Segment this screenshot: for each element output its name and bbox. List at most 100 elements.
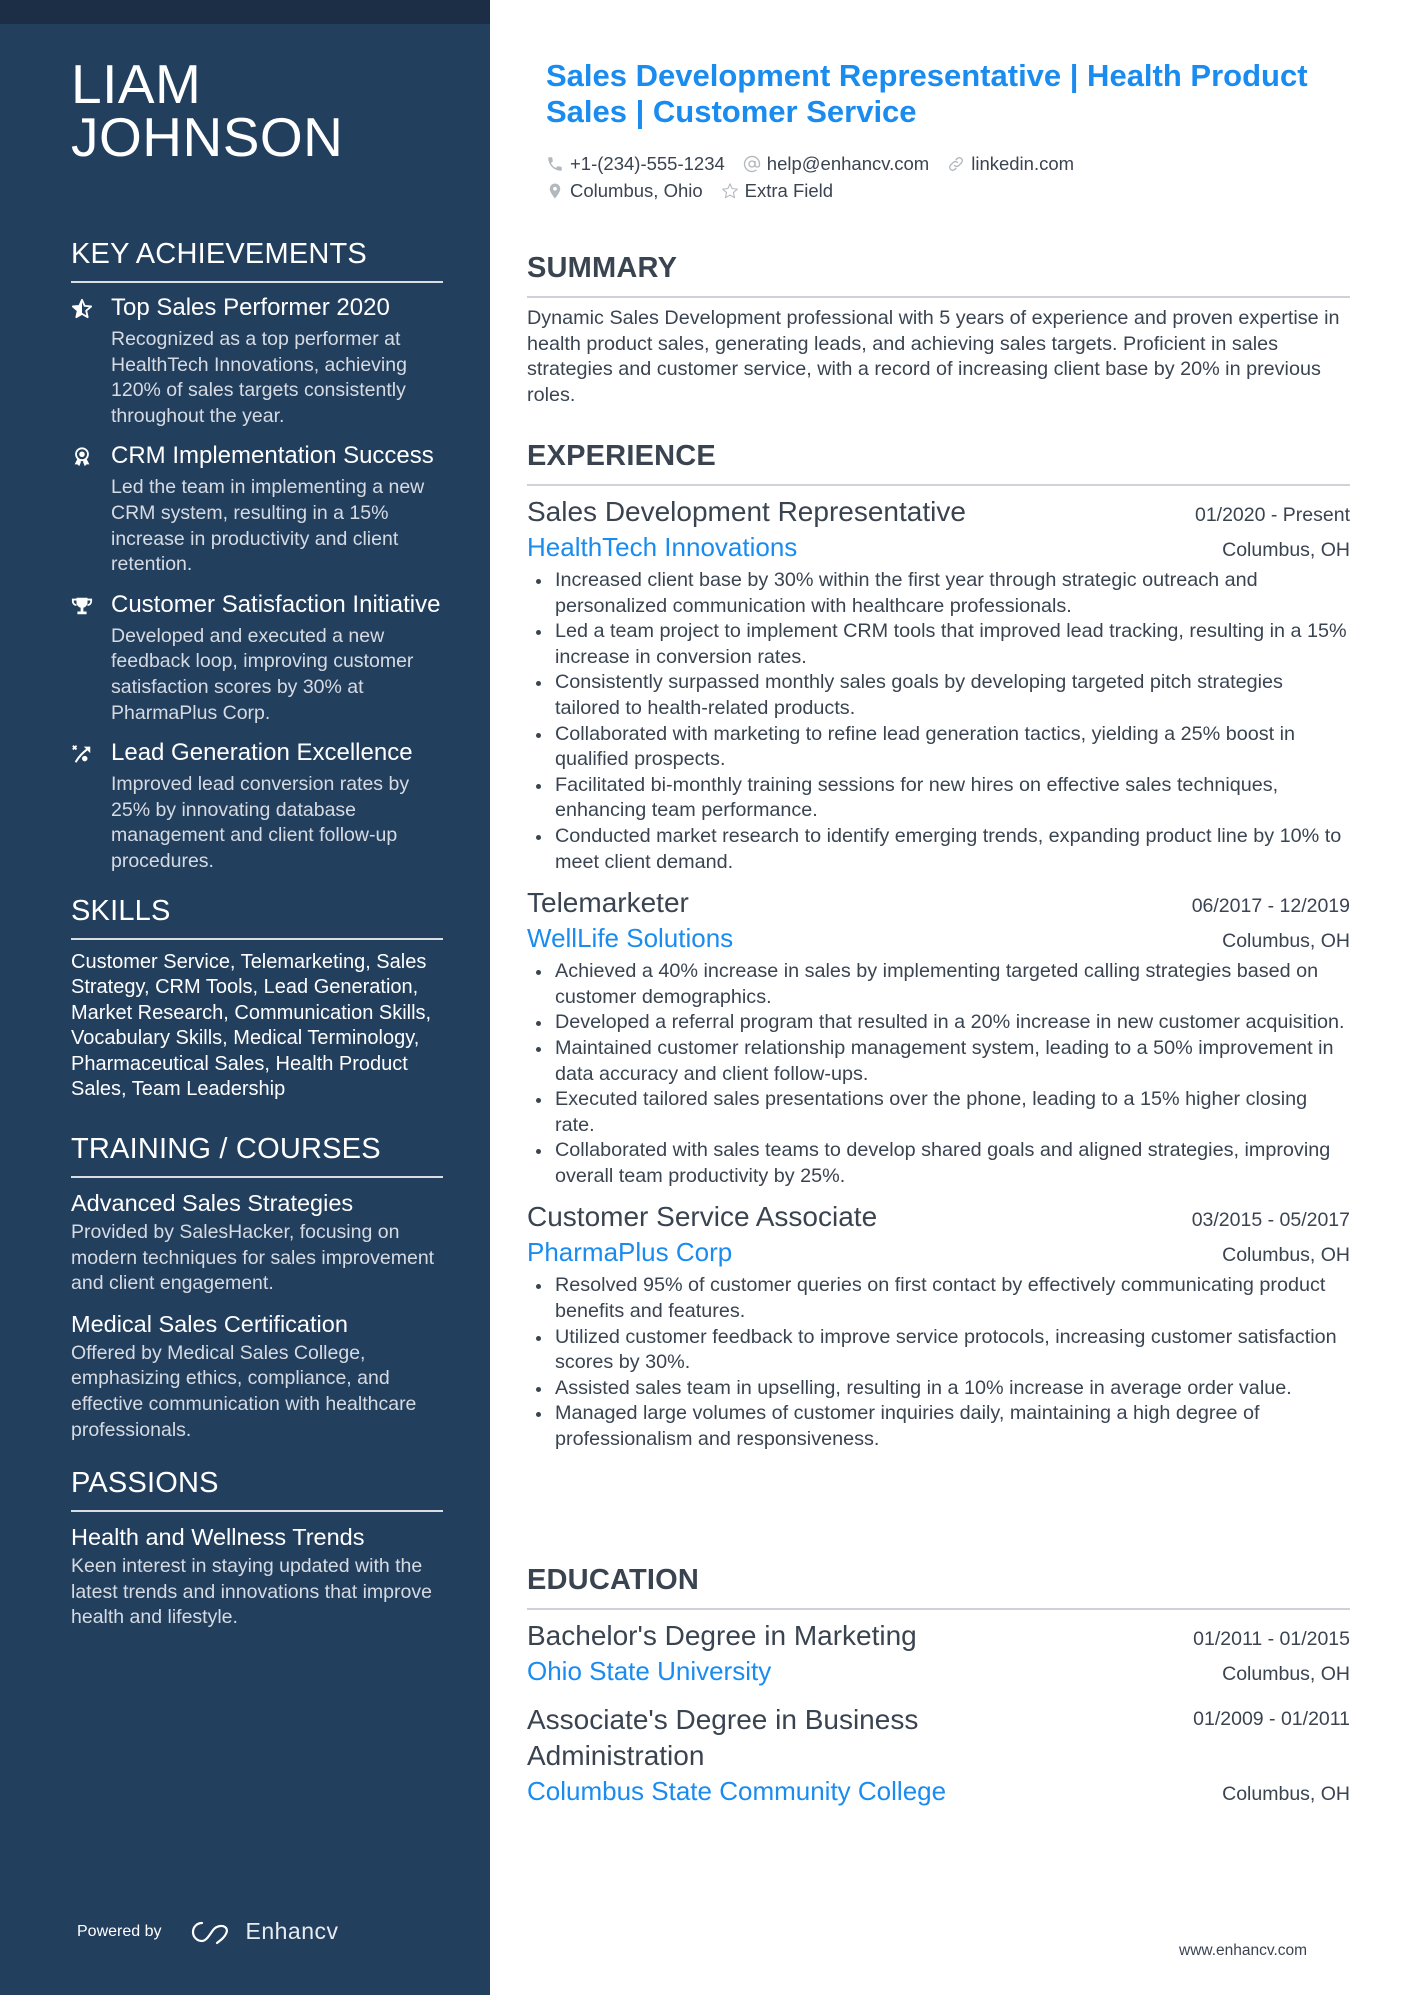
bullet-item: Conducted market research to identify em… <box>527 824 1350 875</box>
bullet-item: Developed a referral program that result… <box>527 1010 1350 1036</box>
job-bullets: Increased client base by 30% within the … <box>527 568 1350 875</box>
company-name[interactable]: PharmaPlus Corp <box>527 1235 732 1269</box>
infinity-heart-icon <box>191 1921 228 1944</box>
school-name[interactable]: Ohio State University <box>527 1654 771 1688</box>
section-divider <box>71 1510 443 1513</box>
contact-linkedin[interactable]: linkedin.com <box>947 153 1074 175</box>
bullet-item: Achieved a 40% increase in sales by impl… <box>527 959 1350 1010</box>
trophy-icon <box>71 590 111 726</box>
key-achievements-section: KEY ACHIEVEMENTS Top Sales Performer 202… <box>71 236 443 875</box>
bullet-item: Utilized customer feedback to improve se… <box>527 1325 1350 1376</box>
achievement-description: Developed and executed a new feedback lo… <box>111 624 414 724</box>
course-item: Medical Sales Certification Offered by M… <box>71 1309 443 1443</box>
course-title: Medical Sales Certification <box>71 1310 348 1337</box>
section-heading: EDUCATION <box>527 1564 700 1596</box>
education-section: EDUCATION Bachelor's Degree in Marketing… <box>527 1562 1350 1822</box>
bullet-item: Consistently surpassed monthly sales goa… <box>527 670 1350 721</box>
education-entry: Associate's Degree in Business Administr… <box>527 1702 1350 1808</box>
award-ribbon-icon <box>71 441 111 577</box>
job-dates: 01/2020 - Present <box>1194 504 1350 526</box>
section-heading: SKILLS <box>71 894 171 927</box>
job-dates: 06/2017 - 12/2019 <box>1191 895 1350 918</box>
education-location: Columbus, OH <box>1222 1663 1350 1685</box>
achievement-item: Top Sales Performer 2020 Recognized as a… <box>71 293 443 429</box>
achievement-description: Improved lead conversion rates by 25% by… <box>111 773 410 872</box>
job-title: Sales Development Representative <box>527 496 966 527</box>
contact-row: Columbus, Ohio Extra Field <box>546 177 1336 204</box>
link-icon <box>949 156 964 171</box>
job-location: Columbus, OH <box>1222 930 1350 953</box>
location-pin-icon <box>549 183 561 198</box>
brand-name: Enhancv <box>245 1918 339 1944</box>
job-location: Columbus, OH <box>1222 1244 1350 1267</box>
bullet-item: Collaborated with sales teams to develop… <box>527 1138 1350 1189</box>
phone-icon <box>548 156 562 171</box>
achievement-title: CRM Implementation Success <box>111 442 434 470</box>
contact-info: +1-(234)-555-1234 help@enhancv.com linke… <box>546 150 1336 204</box>
contact-phone[interactable]: +1-(234)-555-1234 <box>546 153 725 175</box>
achievement-title: Lead Generation Excellence <box>111 739 413 767</box>
degree-title: Associate's Degree in Business Administr… <box>527 1704 919 1771</box>
powered-by-label: Powered by <box>77 1922 162 1940</box>
achievement-title: Customer Satisfaction Initiative <box>111 590 441 618</box>
at-icon <box>743 155 760 172</box>
course-title: Advanced Sales Strategies <box>71 1190 354 1217</box>
company-name[interactable]: WellLife Solutions <box>527 921 733 955</box>
section-heading: SUMMARY <box>527 252 678 284</box>
education-entry: Bachelor's Degree in Marketing 01/2011 -… <box>527 1618 1350 1688</box>
education-dates: 01/2011 - 01/2015 <box>1193 1628 1350 1650</box>
job-entry: Sales Development Representative 01/2020… <box>527 494 1350 875</box>
job-bullets: Achieved a 40% increase in sales by impl… <box>527 959 1350 1189</box>
email-value: help@enhancv.com <box>766 152 930 174</box>
contact-email[interactable]: help@enhancv.com <box>743 153 929 175</box>
section-divider <box>527 1608 1350 1610</box>
phone-value: +1-(234)-555-1234 <box>570 152 725 174</box>
course-item: Advanced Sales Strategies Provided by Sa… <box>71 1188 443 1297</box>
linkedin-value: linkedin.com <box>971 152 1075 174</box>
experience-section: EXPERIENCE Sales Development Representat… <box>527 438 1350 1463</box>
candidate-name: LIAM JOHNSON <box>71 57 443 168</box>
company-name[interactable]: HealthTech Innovations <box>527 530 797 564</box>
footer-website-link[interactable]: www.enhancv.com <box>1179 1942 1307 1960</box>
passion-description: Keen interest in staying updated with th… <box>71 1555 432 1629</box>
achievement-item: Lead Generation Excellence Improved lead… <box>71 738 443 874</box>
section-divider <box>527 484 1350 486</box>
contact-row: +1-(234)-555-1234 help@enhancv.com linke… <box>546 150 1336 177</box>
star-half-icon <box>71 293 111 429</box>
last-name: JOHNSON <box>71 106 344 168</box>
job-dates: 03/2015 - 05/2017 <box>1191 1209 1350 1232</box>
passions-section: PASSIONS Health and Wellness Trends Keen… <box>71 1465 443 1631</box>
achievement-item: CRM Implementation Success Led the team … <box>71 441 443 577</box>
bullet-item: Facilitated bi-monthly training sessions… <box>527 773 1350 824</box>
section-heading: KEY ACHIEVEMENTS <box>71 238 367 270</box>
course-description: Offered by Medical Sales College, emphas… <box>71 1341 417 1441</box>
section-heading: TRAINING / COURSES <box>71 1133 381 1166</box>
bullet-item: Executed tailored sales presentations ov… <box>527 1087 1350 1138</box>
sidebar: LIAM JOHNSON KEY ACHIEVEMENTS Top Sales … <box>0 0 490 1995</box>
powered-by: Powered by Enhancv <box>77 1918 339 1945</box>
bullet-item: Maintained customer relationship managem… <box>527 1036 1350 1087</box>
sidebar-top-strip <box>0 0 490 24</box>
section-divider <box>71 937 443 940</box>
contact-location: Columbus, Ohio <box>546 180 703 202</box>
enhancv-logo[interactable]: Enhancv <box>190 1918 339 1945</box>
training-section: TRAINING / COURSES Advanced Sales Strate… <box>71 1131 443 1443</box>
skills-section: SKILLS Customer Service, Telemarketing, … <box>71 893 443 1104</box>
job-location: Columbus, OH <box>1222 539 1350 561</box>
course-description: Provided by SalesHacker, focusing on mod… <box>71 1221 435 1295</box>
achievement-title: Top Sales Performer 2020 <box>111 294 390 321</box>
degree-title: Bachelor's Degree in Marketing <box>527 1620 917 1651</box>
job-bullets: Resolved 95% of customer queries on firs… <box>527 1273 1350 1452</box>
section-heading: PASSIONS <box>71 1467 219 1500</box>
bullet-item: Managed large volumes of customer inquir… <box>527 1401 1350 1452</box>
bullet-item: Assisted sales team in upselling, result… <box>527 1376 1350 1402</box>
school-name[interactable]: Columbus State Community College <box>527 1774 946 1808</box>
summary-text: Dynamic Sales Development professional w… <box>527 307 1340 406</box>
achievement-description: Recognized as a top performer at HealthT… <box>111 328 407 427</box>
bullet-item: Resolved 95% of customer queries on firs… <box>527 1273 1350 1324</box>
job-entry: Telemarketer 06/2017 - 12/2019 WellLife … <box>527 885 1350 1189</box>
section-divider <box>527 296 1350 298</box>
contact-extra: Extra Field <box>721 180 833 202</box>
education-dates: 01/2009 - 01/2011 <box>1193 1708 1350 1730</box>
skills-list: Customer Service, Telemarketing, Sales S… <box>71 950 432 1101</box>
